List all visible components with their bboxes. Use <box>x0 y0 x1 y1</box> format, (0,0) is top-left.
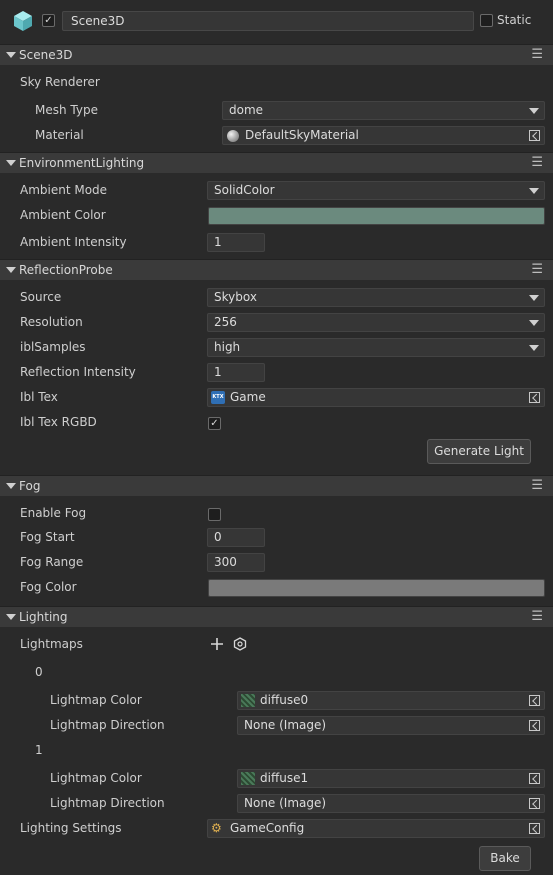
image-thumbnail-icon <box>241 772 255 785</box>
resolution-label: Resolution <box>20 315 83 329</box>
collapse-arrow-icon[interactable] <box>6 160 16 166</box>
section-header-fog[interactable]: Fog ☰ <box>0 475 553 496</box>
mesh-type-select[interactable]: dome <box>222 101 545 120</box>
resolution-select[interactable]: 256 <box>207 313 545 332</box>
config-file-icon: ⚙ <box>211 821 222 835</box>
ambient-color-label: Ambient Color <box>20 208 106 222</box>
enable-fog-label: Enable Fog <box>20 506 87 520</box>
source-select[interactable]: Skybox <box>207 288 545 307</box>
asset-picker-icon[interactable] <box>529 695 540 706</box>
texture-file-icon: KTX <box>211 391 225 404</box>
lightmap-color-label: Lightmap Color <box>50 771 142 785</box>
lightmap-direction-label: Lightmap Direction <box>50 718 165 732</box>
ambient-mode-select[interactable]: SolidColor <box>207 181 545 200</box>
reflection-intensity-label: Reflection Intensity <box>20 365 136 379</box>
collapse-arrow-icon[interactable] <box>6 52 16 58</box>
enable-fog-checkbox[interactable] <box>208 508 221 521</box>
fog-range-input[interactable]: 300 <box>207 553 265 572</box>
ibl-tex-label: Ibl Tex <box>20 390 58 404</box>
lighting-settings-label: Lighting Settings <box>20 821 122 835</box>
asset-picker-icon[interactable] <box>529 392 540 403</box>
menu-icon[interactable]: ☰ <box>531 478 543 493</box>
image-thumbnail-icon <box>241 694 255 707</box>
lightmap-color-label: Lightmap Color <box>50 693 142 707</box>
chevron-down-icon <box>529 345 539 351</box>
ambient-mode-label: Ambient Mode <box>20 183 108 197</box>
asset-picker-icon[interactable] <box>529 130 540 141</box>
asset-picker-icon[interactable] <box>529 773 540 784</box>
lightmaps-label: Lightmaps <box>20 637 83 651</box>
source-label: Source <box>20 290 62 304</box>
reflection-intensity-input[interactable]: 1 <box>207 363 265 382</box>
ambient-color-swatch[interactable] <box>208 207 545 225</box>
settings-hex-icon[interactable] <box>233 637 247 651</box>
ibl-tex-rgbd-label: Ibl Tex RGBD <box>20 415 97 429</box>
section-title: Scene3D <box>19 48 73 62</box>
mesh-type-label: Mesh Type <box>35 103 98 117</box>
bake-button[interactable]: Bake <box>479 846 531 871</box>
lightmap-direction-field[interactable]: None (Image) <box>237 716 545 735</box>
static-checkbox[interactable] <box>480 14 493 27</box>
section-title: Lighting <box>19 610 68 624</box>
active-checkbox[interactable]: ✓ <box>42 14 55 27</box>
material-label: Material <box>35 128 84 142</box>
ibl-tex-rgbd-checkbox[interactable]: ✓ <box>208 417 221 430</box>
menu-icon[interactable]: ☰ <box>531 262 543 277</box>
fog-start-label: Fog Start <box>20 530 75 544</box>
collapse-arrow-icon[interactable] <box>6 614 16 620</box>
sky-renderer-label: Sky Renderer <box>20 75 100 89</box>
scene3d-cube-icon <box>14 11 32 31</box>
ibl-samples-label: iblSamples <box>20 340 86 354</box>
generate-light-button[interactable]: Generate Light <box>427 439 531 464</box>
material-sphere-icon <box>227 130 239 142</box>
chevron-down-icon <box>529 108 539 114</box>
collapse-arrow-icon[interactable] <box>6 483 16 489</box>
chevron-down-icon <box>529 295 539 301</box>
menu-icon[interactable]: ☰ <box>531 609 543 624</box>
asset-picker-icon[interactable] <box>529 823 540 834</box>
node-name-input[interactable]: Scene3D <box>62 11 474 31</box>
section-header-environment-lighting[interactable]: EnvironmentLighting ☰ <box>0 152 553 173</box>
ambient-intensity-label: Ambient Intensity <box>20 235 127 249</box>
menu-icon[interactable]: ☰ <box>531 47 543 62</box>
chevron-down-icon <box>529 188 539 194</box>
section-header-scene3d[interactable]: Scene3D ☰ <box>0 44 553 65</box>
section-header-reflection-probe[interactable]: ReflectionProbe ☰ <box>0 259 553 280</box>
inspector-header: ✓ Scene3D Static <box>0 0 553 44</box>
fog-start-input[interactable]: 0 <box>207 528 265 547</box>
section-title: ReflectionProbe <box>19 263 113 277</box>
lightmap-index: 0 <box>35 665 43 679</box>
section-title: Fog <box>19 479 41 493</box>
section-title: EnvironmentLighting <box>19 156 145 170</box>
asset-picker-icon[interactable] <box>529 720 540 731</box>
lightmap-direction-label: Lightmap Direction <box>50 796 165 810</box>
fog-range-label: Fog Range <box>20 555 84 569</box>
lightmap-direction-field[interactable]: None (Image) <box>237 794 545 813</box>
ibl-samples-select[interactable]: high <box>207 338 545 357</box>
ibl-tex-field[interactable]: KTX Game <box>207 388 545 407</box>
static-label: Static <box>497 13 532 27</box>
lightmap-color-field[interactable]: diffuse0 <box>237 691 545 710</box>
menu-icon[interactable]: ☰ <box>531 155 543 170</box>
lightmap-index: 1 <box>35 743 43 757</box>
fog-color-label: Fog Color <box>20 580 77 594</box>
asset-picker-icon[interactable] <box>529 798 540 809</box>
material-field[interactable]: DefaultSkyMaterial <box>222 126 545 145</box>
section-header-lighting[interactable]: Lighting ☰ <box>0 606 553 627</box>
collapse-arrow-icon[interactable] <box>6 267 16 273</box>
ambient-intensity-input[interactable]: 1 <box>207 233 265 252</box>
add-icon[interactable] <box>210 637 224 651</box>
fog-color-swatch[interactable] <box>208 579 545 597</box>
lighting-settings-field[interactable]: ⚙ GameConfig <box>207 819 545 838</box>
chevron-down-icon <box>529 320 539 326</box>
lightmap-color-field[interactable]: diffuse1 <box>237 769 545 788</box>
